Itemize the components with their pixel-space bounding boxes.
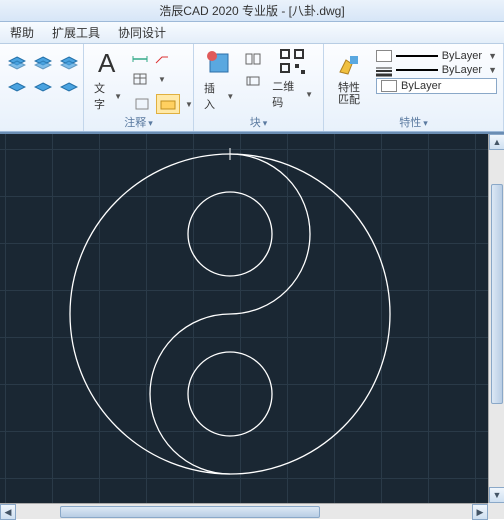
chevron-down-icon: ▼ bbox=[305, 90, 313, 99]
scroll-thumb-v[interactable] bbox=[491, 184, 503, 404]
lineweight-selector[interactable]: ByLayer▼ bbox=[376, 64, 497, 76]
annot-tool-1[interactable] bbox=[130, 94, 154, 114]
vertical-scrollbar[interactable]: ▲ ▼ bbox=[488, 134, 504, 503]
ribbon-group-layers bbox=[0, 44, 84, 131]
title-bar: 浩辰CAD 2020 专业版 - [八卦.dwg] bbox=[0, 0, 504, 22]
window-title: 浩辰CAD 2020 专业版 - [八卦.dwg] bbox=[159, 2, 344, 19]
chevron-down-icon: ▼ bbox=[488, 51, 497, 61]
horizontal-scrollbar[interactable]: ◀ ▶ bbox=[0, 503, 488, 519]
layer-icon-2[interactable] bbox=[32, 52, 54, 74]
insert-button[interactable]: 插入▼ bbox=[200, 46, 238, 114]
menu-bar: 帮助 扩展工具 协同设计 bbox=[0, 22, 504, 44]
layer-swatch-icon bbox=[381, 80, 397, 92]
insert-icon bbox=[204, 48, 234, 78]
ribbon-group-properties: 特性 匹配 ByLayer▼ ByLayer▼ ByLayer bbox=[324, 44, 504, 131]
chevron-down-icon: ▼ bbox=[488, 65, 497, 75]
qrcode-icon bbox=[279, 48, 307, 76]
scroll-thumb-h[interactable] bbox=[60, 506, 320, 518]
layer-icon-4[interactable] bbox=[6, 78, 28, 100]
chevron-down-icon: ▼ bbox=[114, 92, 122, 101]
group-label-block: 块▾ bbox=[194, 114, 323, 130]
drawing-canvas[interactable]: ▲ ▼ ◀ ▶ bbox=[0, 132, 504, 519]
match-properties-button[interactable]: 特性 匹配 bbox=[330, 48, 368, 108]
layer-icon-6[interactable] bbox=[58, 78, 80, 100]
scroll-right-button[interactable]: ▶ bbox=[472, 504, 488, 520]
annot-mini-grid: ▼ bbox=[130, 46, 196, 88]
leader-icon[interactable] bbox=[152, 50, 172, 68]
group-label-annotation: 注释▾ bbox=[84, 114, 193, 130]
layer-icon-5[interactable] bbox=[32, 78, 54, 100]
line-preview bbox=[396, 55, 438, 57]
svg-text:A: A bbox=[98, 48, 116, 78]
scroll-left-button[interactable]: ◀ bbox=[0, 504, 16, 520]
menu-ext-tools[interactable]: 扩展工具 bbox=[52, 24, 100, 41]
text-button[interactable]: A 文字▼ bbox=[90, 46, 126, 114]
qrcode-button[interactable]: 二维码▼ bbox=[268, 46, 317, 112]
annot-tool-2[interactable] bbox=[156, 94, 180, 114]
color-swatch-icon bbox=[376, 50, 392, 62]
dimension-icon[interactable] bbox=[130, 50, 150, 68]
text-icon: A bbox=[94, 48, 122, 78]
menu-help[interactable]: 帮助 bbox=[10, 24, 34, 41]
ribbon-group-annotation: A 文字▼ ▼ ▼ 注释▾ bbox=[84, 44, 194, 131]
block-tool-1[interactable] bbox=[242, 50, 264, 68]
paintbrush-icon bbox=[334, 50, 364, 80]
group-label-properties: 特性▾ bbox=[324, 114, 503, 130]
layer-selector[interactable]: ByLayer bbox=[376, 78, 497, 94]
scroll-up-button[interactable]: ▲ bbox=[489, 134, 504, 150]
color-selector[interactable]: ByLayer▼ bbox=[376, 50, 497, 62]
layer-icon-grid bbox=[6, 46, 80, 100]
scrollbar-corner bbox=[488, 503, 504, 519]
yin-yang-drawing bbox=[60, 144, 400, 484]
layer-icon-1[interactable] bbox=[6, 52, 28, 74]
ribbon-group-block: 插入▼ 二维码▼ 块▾ bbox=[194, 44, 324, 131]
block-tool-2[interactable] bbox=[242, 72, 264, 90]
menu-collab[interactable]: 协同设计 bbox=[118, 24, 166, 41]
table-icon[interactable] bbox=[130, 70, 150, 88]
layer-icon-3[interactable] bbox=[58, 52, 80, 74]
ribbon: A 文字▼ ▼ ▼ 注释▾ bbox=[0, 44, 504, 132]
chevron-down-icon[interactable]: ▼ bbox=[152, 70, 172, 88]
line-preview bbox=[396, 69, 438, 71]
chevron-down-icon: ▼ bbox=[226, 92, 234, 101]
scroll-down-button[interactable]: ▼ bbox=[489, 487, 504, 503]
